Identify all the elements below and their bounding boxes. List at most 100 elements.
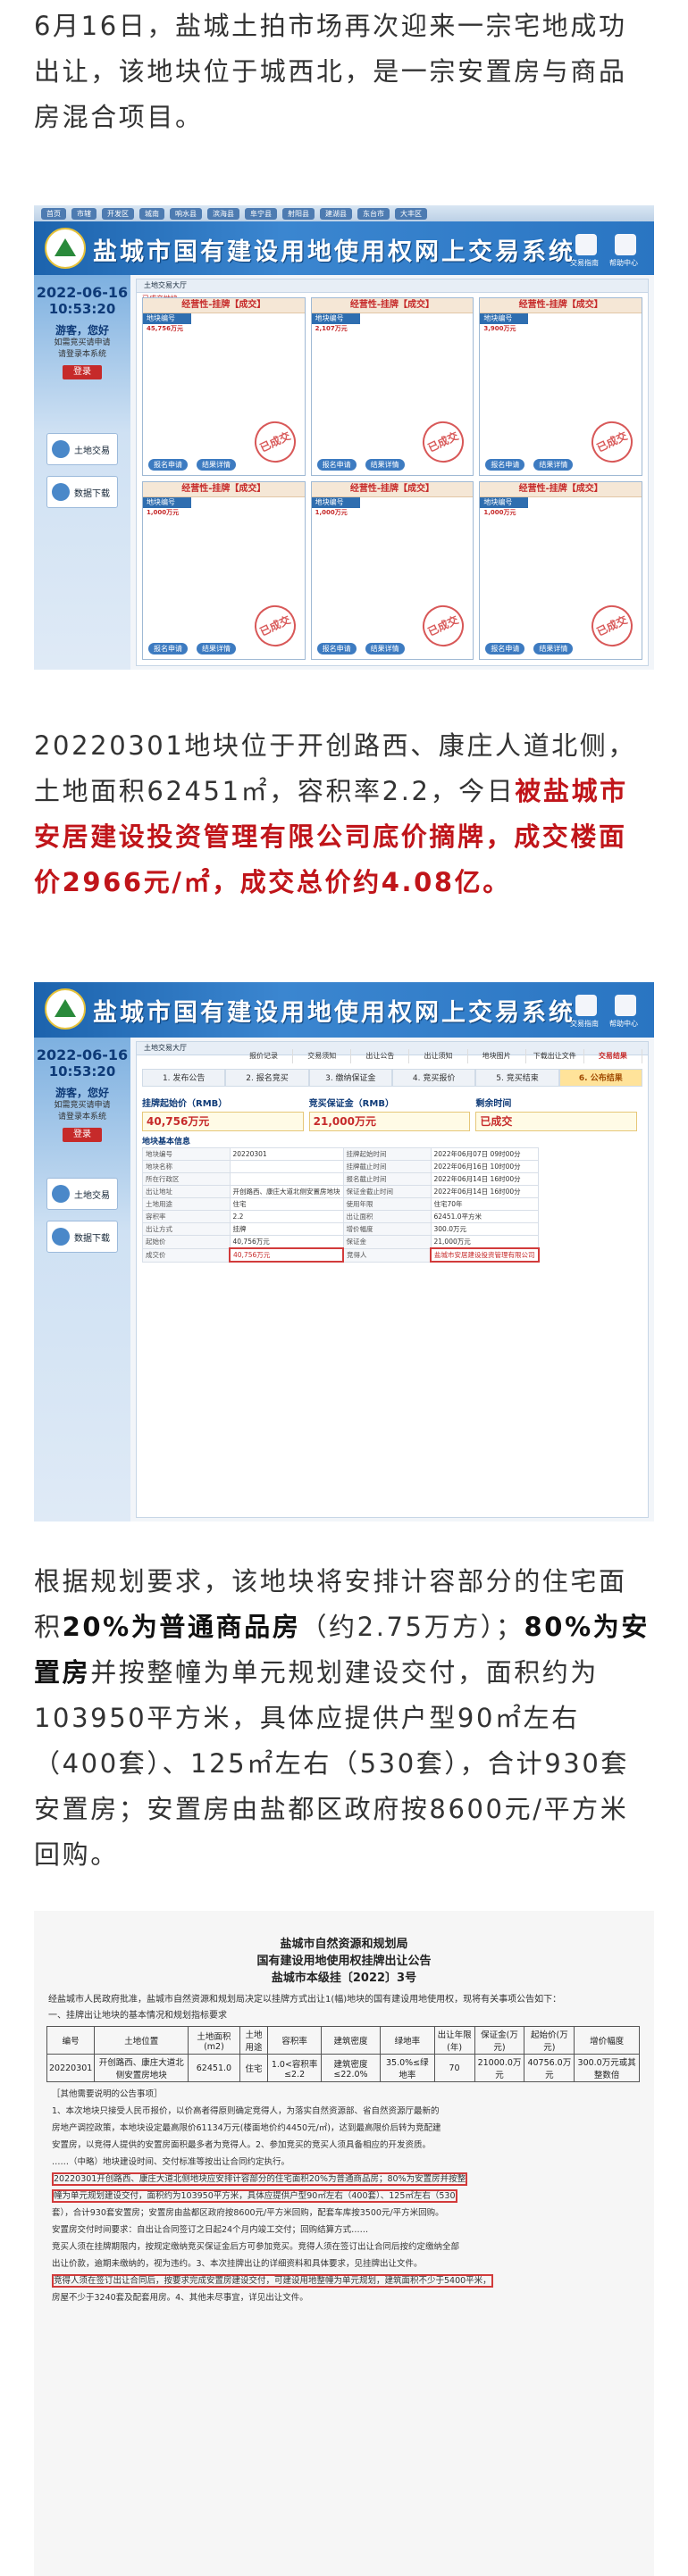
paragraph-plan-requirements: 根据规划要求，该地块将安排计容部分的住宅面积20%为普通商品房（约2.75万方）… [34,1559,654,1878]
lot-detail-button[interactable]: 报名申请 [485,643,525,654]
notice-number: 盐城市本级挂〔2022〕3号 [271,1972,417,1985]
info-key: 出让地址 [142,1185,231,1198]
subtab-4[interactable]: 地块图片 [468,1049,526,1063]
lot-card[interactable]: 经营性-挂牌【成交】 地块编号 45,756万元 报名申请 结果详情 已成交 [142,297,306,476]
site-nav: 首页 市辖 开发区 城南 响水县 滨海县 阜宁县 射阳县 建湖县 东台市 大丰区 [34,205,654,221]
info-value: 住宅70年 [430,1197,539,1211]
notice-header-cell: 容积率 [267,2026,322,2055]
notice-line: 竞买人须在挂牌期限内，按规定缴纳竞买保证金后方可参加竞买。竞得人须在签订出让合同… [34,2238,654,2255]
lot-detail-button[interactable]: 报名申请 [148,643,188,654]
nav-item-1[interactable]: 市辖 [71,207,96,220]
lot-detail-button[interactable]: 报名申请 [485,459,525,471]
screenshot-trading-hall: 首页 市辖 开发区 城南 响水县 滨海县 阜宁县 射阳县 建湖县 东台市 大丰区 盐城市国有建设用地… [34,205,654,670]
nav-item-4[interactable]: 响水县 [170,207,202,220]
notice-data-cell: 住宅 [239,2054,269,2082]
lot-result-button[interactable]: 结果详情 [197,459,236,471]
data-download-button[interactable]: 数据下载 [46,1221,118,1253]
lot-card[interactable]: 经营性-挂牌【成交】 地块编号 1,000万元 报名申请 结果详情 已成交 [310,481,474,660]
lot-card-price: 1,000万元 [143,508,305,517]
progress-step-0: 1. 发布公告 [142,1069,226,1087]
lot-detail-button[interactable]: 报名申请 [148,459,188,471]
info-key: 容积率 [142,1210,231,1223]
notice-header-cell: 出让年限(年) [433,2026,475,2055]
subtab-0[interactable]: 报价记录 [235,1049,294,1063]
info-key: 保证金 [342,1235,432,1249]
notice-line: 幢为单元规划建设交付，面积约为103950平方米，具体应提供户型90㎡左右（40… [34,2188,654,2205]
nav-item-2[interactable]: 开发区 [102,207,134,220]
login-button[interactable]: 登录 [63,365,102,379]
help-icon[interactable] [615,995,636,1016]
lot-card-code: 地块编号 [311,497,360,508]
lot-result-button[interactable]: 结果详情 [365,459,405,471]
lot-detail-button[interactable]: 报名申请 [316,459,357,471]
time-display: 10:53:20 [48,301,116,317]
notice-line-text: 1、本次地块只接受人民币报价，以价高者得原则确定竞得人，为落实自然资源部、省自然… [52,2106,440,2116]
notice-line-text: 房地产调控政策，本地块设定最高限价61134万元(楼面地价约4450元/㎡)，达… [52,2123,441,2133]
data-download-button[interactable]: 数据下载 [46,476,118,508]
info-row: 成交价 40,756万元 竞得人 盐城市安居建设投资管理有限公司 [142,1247,540,1263]
lot-detail-button[interactable]: 报名申请 [316,643,357,654]
site-title: 盐城市国有建设用地使用权网上交易系统 [93,999,575,1027]
tab-trading-hall[interactable]: 土地交易大厅 [137,279,648,293]
lot-card[interactable]: 经营性-挂牌【成交】 地块编号 2,107万元 报名申请 结果详情 已成交 [310,297,474,476]
paragraph-intro: 6月16日，盐城土拍市场再次迎来一宗宅地成功出让，该地块位于城西北，是一宗安置房… [34,11,627,132]
notice-data-cell: 1.0<容积率≤2.2 [267,2054,322,2082]
lot-card-price: 45,756万元 [143,324,305,333]
site-title: 盐城市国有建设用地使用权网上交易系统 [93,238,575,266]
subtab-6[interactable]: 交易结果 [584,1049,642,1063]
date-display: 2022-06-16 [36,284,129,301]
download-icon [52,483,70,501]
lot-card[interactable]: 经营性-挂牌【成交】 地块编号 3,900万元 报名申请 结果详情 已成交 [479,297,642,476]
subtab-1[interactable]: 交易须知 [293,1049,352,1063]
progress-step-3: 4. 竞买报价 [391,1069,476,1087]
info-key: 使用年限 [342,1197,432,1211]
subtab-5[interactable]: 下载出让文件 [526,1049,584,1063]
notice-header-cell: 保证金(万元) [474,2026,525,2055]
nav-item-8[interactable]: 建湖县 [320,207,352,220]
lot-result-button[interactable]: 结果详情 [365,643,405,654]
kpi-label: 挂牌起始价（RMB） [142,1099,228,1109]
left-panel: 2022-06-16 10:53:20 游客，您好 如需竞买请申请 请登录本系统… [34,275,130,670]
info-value: 2022年06月14日 16时00分 [430,1185,539,1198]
lot-result-button[interactable]: 结果详情 [197,643,236,654]
info-key: 竞得人 [342,1247,432,1263]
nav-item-5[interactable]: 滨海县 [207,207,239,220]
notice-body: 1、本次地块只接受人民币报价，以价高者得原则确定竞得人，为落实自然资源部、省自然… [34,2103,654,2306]
help-icon[interactable] [615,234,636,255]
subtab-2[interactable]: 出让公告 [351,1049,410,1063]
section-title: 地块基本信息 [142,1138,191,1146]
subtab-3[interactable]: 出让须知 [409,1049,468,1063]
nav-item-9[interactable]: 东台市 [357,207,390,220]
guide-icon[interactable] [575,234,597,255]
info-row: 地块名称 挂牌截止时间 2022年06月16日 10时00分 [142,1160,539,1173]
greeting: 游客，您好 [55,324,109,337]
nav-item-7[interactable]: 射阳县 [282,207,315,220]
kpi-value: 21,000万元 [308,1112,471,1131]
nav-item-10[interactable]: 大丰区 [395,207,427,220]
notice-header-cell: 土地用途 [239,2026,269,2055]
info-value: 挂牌 [229,1222,344,1236]
sold-stamp: 已成交 [248,598,303,654]
nav-item-0[interactable]: 首页 [41,207,66,220]
notice-header-cell: 增价幅度 [574,2026,640,2055]
land-trade-button[interactable]: 土地交易 [46,433,118,465]
lot-card[interactable]: 经营性-挂牌【成交】 地块编号 1,000万元 报名申请 结果详情 已成交 [479,481,642,660]
lot-result-button[interactable]: 结果详情 [533,643,574,654]
notice-line: 房屋不少于3240套及配套用房。4、其他未尽事宜，详见出让文件。 [34,2289,654,2306]
nav-item-6[interactable]: 阜宁县 [245,207,277,220]
kpi-row: 挂牌起始价（RMB） 40,756万元 竞买保证金（RMB） 21,000万元 剩余时间… [142,1097,642,1133]
info-value: 20220301 [229,1147,344,1161]
info-value: 21,000万元 [430,1235,539,1249]
left-panel: 2022-06-16 10:53:20 游客，您好 如需竞买请申请 请登录本系统… [34,1038,130,1521]
lot-result-button[interactable]: 结果详情 [533,459,574,471]
lot-card-title: 经营性-挂牌【成交】 [480,298,642,313]
lot-card[interactable]: 经营性-挂牌【成交】 地块编号 1,000万元 报名申请 结果详情 已成交 [142,481,306,660]
notice-section-1: 一、挂牌出让地块的基本情况和规划指标要求 [48,2011,227,2021]
notice-other-title: ［其他需要说明的公告事项］ [52,2089,163,2099]
land-trade-button[interactable]: 土地交易 [46,1178,118,1210]
lot-card-price: 1,000万元 [312,508,474,517]
nav-item-3[interactable]: 城南 [139,207,164,220]
guide-icon[interactable] [575,995,597,1016]
login-button[interactable]: 登录 [63,1128,102,1142]
info-value: 40,756万元 [229,1235,344,1249]
